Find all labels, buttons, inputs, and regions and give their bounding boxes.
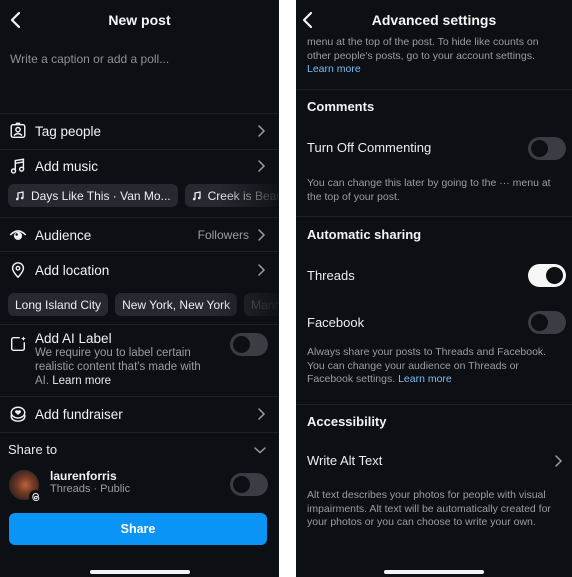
learn-more-link[interactable]: Learn more	[52, 375, 111, 387]
tag-person-icon	[8, 121, 28, 141]
alt-text-note: Alt text describes your photos for peopl…	[307, 489, 551, 528]
toggle-knob	[546, 267, 563, 284]
back-button[interactable]	[298, 10, 318, 30]
music-chip[interactable]: Days Like This · Van Mo...	[8, 184, 178, 207]
chevron-right-icon	[554, 454, 564, 468]
like-counts-note: menu at the top of the post. To hide lik…	[307, 36, 562, 77]
eye-icon	[8, 225, 28, 245]
fundraiser-icon	[8, 404, 28, 424]
facebook-label: Facebook	[307, 315, 365, 330]
share-to-label: Share to	[8, 442, 58, 457]
add-location-label: Add location	[35, 262, 110, 278]
comments-heading: Comments	[307, 99, 375, 114]
header: Advanced settings	[296, 0, 572, 40]
learn-more-link[interactable]: Learn more	[307, 63, 361, 75]
home-indicator	[89, 570, 190, 574]
sparkle-square-icon	[8, 334, 28, 354]
account-subtitle: Threads · Public	[50, 483, 131, 495]
location-chip[interactable]: Long Island City	[8, 293, 109, 316]
music-suggestions: Days Like This · Van Mo... Creek is Beau…	[8, 184, 279, 207]
divider	[0, 396, 279, 397]
chevron-right-icon	[257, 228, 267, 242]
location-chip-label: Long Island City	[15, 297, 102, 312]
ai-label-title: Add AI Label	[35, 330, 112, 346]
automatic-sharing-heading: Automatic sharing	[307, 227, 422, 242]
new-post-screen: New post Write a caption or add a poll..…	[0, 0, 279, 577]
learn-more-link[interactable]: Learn more	[398, 373, 452, 385]
divider	[0, 251, 279, 252]
toggle-knob	[233, 336, 250, 353]
threads-label: Threads	[307, 268, 355, 283]
chevron-left-icon	[302, 11, 313, 29]
chevron-down-icon[interactable]	[253, 445, 267, 455]
chevron-right-icon	[257, 263, 267, 277]
threads-toggle[interactable]	[528, 264, 566, 287]
music-chip-label: Days Like This · Van Mo...	[31, 188, 171, 203]
page-title: New post	[108, 12, 171, 28]
avatar	[9, 470, 42, 503]
share-button[interactable]: Share	[9, 513, 267, 545]
back-button[interactable]	[6, 10, 26, 30]
write-alt-text-label: Write Alt Text	[307, 453, 383, 468]
divider	[296, 404, 572, 405]
caption-input[interactable]: Write a caption or add a poll...	[10, 52, 169, 66]
music-note-icon	[192, 190, 201, 200]
account-name: laurenforris	[50, 469, 117, 483]
divider	[296, 89, 572, 90]
header: New post	[0, 0, 279, 40]
chevron-left-icon	[10, 11, 21, 29]
tag-people-label: Tag people	[35, 123, 102, 139]
add-fundraiser-label: Add fundraiser	[35, 406, 123, 422]
divider	[296, 216, 572, 217]
add-music-row[interactable]: Add music	[0, 155, 279, 177]
audience-value: Followers	[197, 228, 249, 242]
chevron-right-icon	[257, 159, 267, 173]
divider	[0, 217, 279, 218]
location-chip[interactable]: New York, New York	[115, 293, 238, 316]
music-note-icon	[15, 190, 24, 200]
ai-label-toggle[interactable]	[230, 333, 268, 356]
toggle-knob	[531, 314, 548, 331]
divider	[0, 149, 279, 150]
turn-off-commenting-label: Turn Off Commenting	[307, 140, 432, 155]
page-title: Advanced settings	[371, 12, 497, 28]
music-note-icon	[8, 156, 28, 176]
toggle-knob	[531, 140, 548, 157]
accessibility-heading: Accessibility	[307, 414, 387, 429]
chevron-right-icon	[257, 407, 267, 421]
write-alt-text-row[interactable]: Write Alt Text	[296, 452, 572, 470]
music-chip[interactable]: Creek is Beauti	[184, 184, 279, 207]
threads-icon	[31, 492, 39, 501]
divider	[0, 113, 279, 114]
automatic-sharing-note: Always share your posts to Threads and F…	[307, 346, 562, 387]
turn-off-commenting-toggle[interactable]	[528, 137, 566, 160]
tag-people-row[interactable]: Tag people	[0, 120, 279, 142]
divider	[0, 324, 279, 325]
advanced-settings-screen: Advanced settings menu at the top of the…	[296, 0, 572, 577]
location-chip[interactable]: Manha	[244, 293, 279, 316]
home-indicator	[384, 570, 484, 574]
toggle-knob	[233, 476, 250, 493]
add-music-label: Add music	[35, 158, 99, 174]
divider	[0, 432, 279, 433]
facebook-toggle[interactable]	[528, 311, 566, 334]
add-location-row[interactable]: Add location	[0, 259, 279, 281]
threads-share-toggle[interactable]	[230, 473, 268, 496]
location-suggestions: Long Island City New York, New York Manh…	[8, 293, 279, 316]
location-pin-icon	[8, 260, 28, 280]
comments-note: You can change this later by going to th…	[307, 177, 551, 203]
location-chip-label: New York, New York	[122, 297, 231, 312]
location-chip-label: Manha	[251, 297, 279, 312]
ai-label-description: We require you to label certain realisti…	[35, 346, 215, 388]
audience-row[interactable]: Audience Followers	[0, 224, 279, 246]
music-chip-label: Creek is Beauti	[207, 188, 279, 203]
chevron-right-icon	[257, 124, 267, 138]
like-counts-note-text: menu at the top of the post. To hide lik…	[307, 36, 539, 62]
threads-badge	[29, 490, 42, 503]
add-fundraiser-row[interactable]: Add fundraiser	[0, 403, 279, 425]
audience-label: Audience	[35, 227, 92, 243]
